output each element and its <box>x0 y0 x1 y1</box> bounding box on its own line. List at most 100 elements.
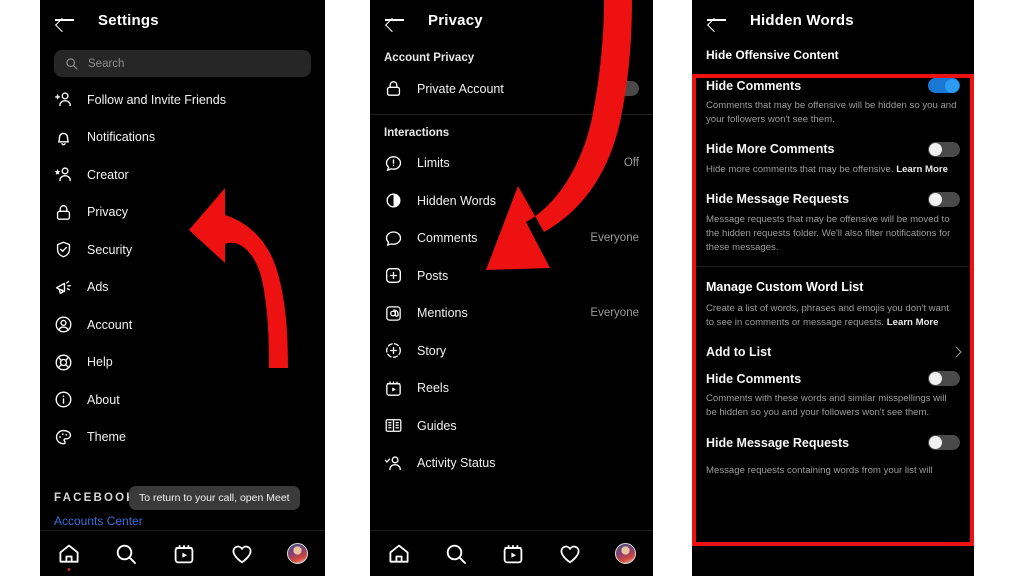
private-account-toggle[interactable] <box>607 81 639 97</box>
row-description: Message requests containing words from y… <box>706 465 933 477</box>
privacy-panel: Privacy Account Privacy Private Account … <box>370 0 653 576</box>
sidebar-item-ads[interactable]: Ads <box>40 269 325 307</box>
hidden-words-row-hide-comments-offensive[interactable]: Hide Comments <box>692 72 974 99</box>
sidebar-item-theme[interactable]: Theme <box>40 419 325 457</box>
privacy-item-label: Comments <box>417 231 478 246</box>
nav-profile-avatar[interactable] <box>615 543 637 564</box>
sidebar-item-creator[interactable]: Creator <box>40 156 325 194</box>
sidebar-item-privacy[interactable]: Privacy <box>40 194 325 232</box>
privacy-item-private-account[interactable]: Private Account <box>370 70 653 108</box>
nav-home-button[interactable] <box>387 542 411 566</box>
lifebuoy-icon <box>55 354 72 371</box>
page-title: Hidden Words <box>750 11 854 29</box>
privacy-item-label: Limits <box>417 156 450 171</box>
search-icon <box>66 58 78 70</box>
section-description: Create a list of words, phrases and emoj… <box>692 302 974 339</box>
privacy-header: Privacy <box>370 0 653 40</box>
sidebar-item-follow-invite-friends[interactable]: Follow and Invite Friends <box>40 81 325 119</box>
heart-icon <box>232 545 252 563</box>
row-label: Hide Message Requests <box>706 435 850 450</box>
hidden-words-panel: Hidden Words Hide Offensive Content Hide… <box>692 0 974 576</box>
star-person-icon <box>54 167 71 182</box>
privacy-item-story[interactable]: Story <box>370 332 653 370</box>
sidebar-item-label: About <box>87 392 120 407</box>
row-label: Hide Comments <box>706 371 802 386</box>
privacy-item-posts[interactable]: Posts <box>370 257 653 295</box>
privacy-item-label: Hidden Words <box>417 193 496 208</box>
hide-comments-offensive-toggle[interactable] <box>928 78 960 93</box>
page-title: Settings <box>98 11 159 29</box>
section-heading-account-privacy: Account Privacy <box>384 52 475 64</box>
hidden-words-row-hide-more-comments[interactable]: Hide More Comments <box>692 136 974 163</box>
settings-header: Settings <box>40 0 325 40</box>
privacy-item-guides[interactable]: Guides <box>370 407 653 445</box>
privacy-item-activity-status[interactable]: Activity Status <box>370 445 653 483</box>
privacy-item-label: Mentions <box>417 306 468 321</box>
privacy-item-label: Guides <box>417 418 457 433</box>
privacy-item-value: Everyone <box>590 232 639 245</box>
search-icon <box>117 544 137 564</box>
privacy-item-label: Private Account <box>417 81 504 96</box>
hide-message-requests-custom-toggle[interactable] <box>928 435 960 451</box>
nav-home-dot <box>67 567 71 571</box>
privacy-item-hidden-words[interactable]: Hidden Words <box>370 182 653 220</box>
hide-message-requests-offensive-toggle[interactable] <box>928 191 960 207</box>
home-icon <box>389 544 409 563</box>
search-input[interactable]: Search <box>54 50 311 77</box>
sidebar-item-help[interactable]: Help <box>40 344 325 382</box>
row-description: Message requests that may be offensive w… <box>706 213 951 253</box>
reels-icon <box>174 544 194 563</box>
nav-activity-button[interactable] <box>558 542 582 566</box>
bottom-nav-settings <box>40 530 325 576</box>
nav-activity-button[interactable] <box>230 542 254 566</box>
hidden-words-row-hide-comments-custom[interactable]: Hide Comments <box>692 365 974 392</box>
nav-reels-button[interactable] <box>501 542 525 566</box>
back-arrow-icon[interactable] <box>706 9 728 31</box>
privacy-item-reels[interactable]: Reels <box>370 370 653 408</box>
privacy-item-comments[interactable]: Comments Everyone <box>370 220 653 258</box>
sidebar-item-label: Ads <box>87 280 109 295</box>
search-placeholder: Search <box>88 57 125 70</box>
section-divider <box>692 266 974 268</box>
activity-status-icon <box>384 456 401 470</box>
privacy-item-value: Everyone <box>590 307 639 320</box>
privacy-item-mentions[interactable]: Mentions Everyone <box>370 295 653 333</box>
privacy-item-limits[interactable]: Limits Off <box>370 145 653 183</box>
chevron-right-icon <box>950 346 962 358</box>
sidebar-item-label: Creator <box>87 167 129 182</box>
privacy-item-label: Posts <box>417 268 449 283</box>
reels-icon <box>503 544 523 563</box>
learn-more-link[interactable]: Learn More <box>887 317 939 328</box>
shield-check-icon <box>56 241 71 258</box>
story-plus-icon <box>386 343 401 359</box>
sidebar-item-label: Account <box>87 317 133 332</box>
learn-more-link[interactable]: Learn More <box>896 164 948 175</box>
sidebar-item-label: Notifications <box>87 130 156 145</box>
sidebar-item-security[interactable]: Security <box>40 231 325 269</box>
sidebar-item-about[interactable]: About <box>40 381 325 419</box>
bottom-nav-privacy <box>370 530 653 576</box>
sidebar-item-account[interactable]: Account <box>40 306 325 344</box>
nav-home-button[interactable] <box>57 542 81 571</box>
row-description: Comments that may be offensive will be h… <box>706 100 957 125</box>
accounts-center-link[interactable]: Accounts Center <box>54 514 311 528</box>
hide-comments-custom-toggle[interactable] <box>928 371 960 387</box>
privacy-item-label: Reels <box>417 381 449 396</box>
add-person-icon <box>55 92 71 107</box>
hidden-words-row-hide-message-requests-offensive[interactable]: Hide Message Requests <box>692 186 974 213</box>
info-circle-icon <box>55 391 72 408</box>
nav-reels-button[interactable] <box>172 542 196 566</box>
sidebar-item-notifications[interactable]: Notifications <box>40 119 325 157</box>
back-arrow-icon[interactable] <box>384 9 406 31</box>
meet-call-tooltip: To return to your call, open Meet <box>129 486 300 510</box>
nav-search-button[interactable] <box>114 542 138 566</box>
row-description: Hide more comments that may be offensive… <box>692 163 974 186</box>
hidden-words-row-hide-message-requests-custom[interactable]: Hide Message Requests <box>692 429 974 456</box>
sidebar-item-label: Privacy <box>87 205 128 220</box>
hide-more-comments-toggle[interactable] <box>928 141 960 157</box>
palette-icon <box>55 429 72 445</box>
nav-search-button[interactable] <box>444 542 468 566</box>
hidden-words-row-add-to-list[interactable]: Add to List <box>692 339 974 365</box>
nav-profile-avatar[interactable] <box>287 543 309 564</box>
back-arrow-icon[interactable] <box>54 9 76 31</box>
